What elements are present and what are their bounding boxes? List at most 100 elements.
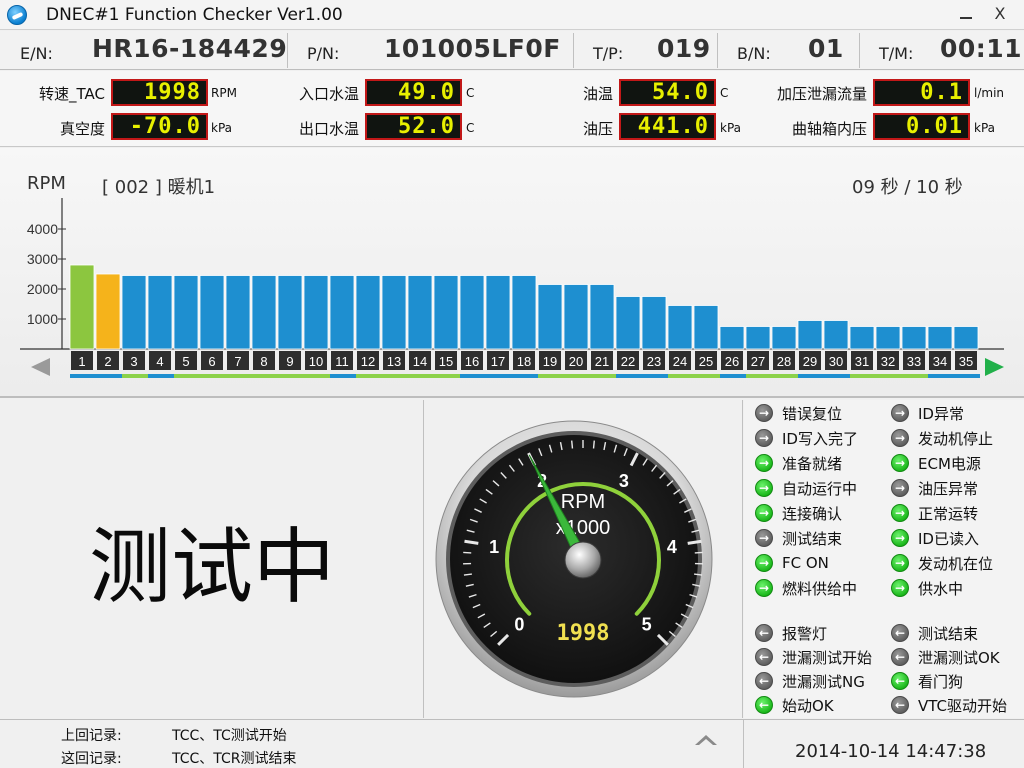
- chart-x-tick-label: 6: [208, 354, 215, 369]
- reading-label-vacuum: 真空度: [59, 120, 105, 138]
- input-arrow-icon: →: [891, 429, 909, 447]
- indicator-input: → 发动机在位: [891, 552, 993, 574]
- chart-x-tick-label: 20: [569, 354, 583, 369]
- chart-phase-strip: [70, 374, 96, 378]
- function-checker-window: DNEC#1 Function Checker Ver1.00 X E/N: H…: [0, 0, 1024, 768]
- indicator-label: 错误复位: [782, 404, 843, 423]
- chart-bar: [901, 326, 927, 350]
- gauge-readout: 1998: [557, 621, 610, 646]
- chart-bar: [459, 275, 485, 350]
- input-arrow-icon: →: [891, 454, 909, 472]
- input-arrow-icon: →: [755, 504, 773, 522]
- gauge-tick-label: 1: [489, 537, 499, 557]
- chart-x-tick-label: 4: [156, 354, 163, 369]
- rpm-gauge: 012345 RPM x1000 1998: [435, 420, 713, 698]
- chart-phase-strip: [460, 374, 486, 378]
- input-arrow-icon: →: [755, 529, 773, 547]
- bn-label: B/N:: [737, 44, 771, 63]
- chart-x-tick-label: 8: [260, 354, 267, 369]
- chart-phase-strip: [850, 374, 876, 378]
- indicator-label: 泄漏测试NG: [782, 672, 865, 691]
- reading-label-rpm: 转速_TAC: [39, 85, 105, 103]
- chart-bar: [797, 320, 823, 350]
- output-arrow-icon: ←: [891, 624, 909, 642]
- indicator-label: 发动机在位: [918, 554, 994, 573]
- input-arrow-icon: →: [891, 504, 909, 522]
- minimize-button[interactable]: [954, 3, 978, 27]
- chart-phase-strip: [538, 374, 564, 378]
- chart-x-tick-label: 19: [543, 354, 557, 369]
- bn-value: 01: [808, 34, 844, 63]
- input-arrow-icon: →: [755, 429, 773, 447]
- chart-bar: [381, 275, 407, 350]
- expand-up-icon[interactable]: [694, 733, 718, 747]
- reading-value-leak-flow: 0.1: [873, 79, 970, 106]
- output-arrow-icon: ←: [755, 696, 773, 714]
- title-bar: DNEC#1 Function Checker Ver1.00 X: [0, 0, 1024, 30]
- chart-x-tick-label: 34: [933, 354, 947, 369]
- chart-bar: [719, 326, 745, 350]
- indicator-output: ← 报警灯: [755, 622, 827, 644]
- this-record-label: 这回记录:: [61, 751, 122, 767]
- reading-value-outlet-temp: 52.0: [365, 113, 462, 140]
- chart-bar: [277, 275, 303, 350]
- input-arrow-icon: →: [891, 479, 909, 497]
- reading-label-inlet-temp: 入口水温: [298, 85, 359, 103]
- datetime: 2014-10-14 14:47:38: [795, 741, 987, 762]
- reading-unit-crankcase-pressure: kPa: [974, 121, 995, 135]
- chart-canvas: 10002000300040001 2 3 4 5 6 7 8 9 10 11 12 13 14 15 16 1…: [20, 198, 1004, 378]
- indicator-label: 连接确认: [782, 504, 843, 523]
- gauge-tick: [571, 440, 574, 449]
- chart-x-tick-label: 24: [673, 354, 687, 369]
- chart-bar: [407, 275, 433, 350]
- indicator-label: FC ON: [782, 554, 829, 572]
- chart-phase-strip: [330, 374, 356, 378]
- chart-x-tick-label: 35: [959, 354, 973, 369]
- indicator-output: ← 看门狗: [891, 670, 963, 692]
- chart-x-tick-label: 10: [309, 354, 323, 369]
- gauge-tick: [463, 573, 472, 576]
- indicator-panel: → 错误复位 → ID写入完了 → 准备就绪 → 自动运行中 → 连接确认 → 测试结束 → FC ON →…: [744, 400, 1024, 718]
- chart-phase-strip: [668, 374, 694, 378]
- indicator-output: ← 始动OK: [755, 694, 834, 716]
- chart-prev-icon[interactable]: [31, 358, 50, 376]
- output-arrow-icon: ←: [755, 672, 773, 690]
- chart-y-tick-label: 1000: [27, 311, 58, 327]
- reading-unit-leak-flow: l/min: [974, 86, 1005, 100]
- close-button[interactable]: X: [988, 3, 1012, 27]
- input-arrow-icon: →: [755, 479, 773, 497]
- chart-phase-strip: [486, 374, 512, 378]
- reading-unit-vacuum: kPa: [211, 121, 232, 135]
- chart-bar: [927, 326, 953, 350]
- status-main-text: 测试中: [88, 520, 335, 615]
- chart-x-tick-label: 23: [647, 354, 661, 369]
- reading-label-oil-pressure: 油压: [582, 120, 613, 138]
- reading-value-crankcase-pressure: 0.01: [873, 113, 970, 140]
- gauge-tick-label: 4: [667, 537, 677, 557]
- indicator-input: → 发动机停止: [891, 427, 993, 449]
- chart-bar: [251, 275, 277, 350]
- indicator-input: → 连接确认: [755, 502, 842, 524]
- indicator-label: 油压异常: [918, 479, 979, 498]
- output-arrow-icon: ←: [891, 696, 909, 714]
- chart-phase-strip: [122, 374, 148, 378]
- indicator-input: → 自动运行中: [755, 477, 857, 499]
- chart-x-tick-label: 32: [881, 354, 895, 369]
- chart-x-tick-label: 31: [855, 354, 869, 369]
- indicator-label: 正常运转: [918, 504, 979, 523]
- chart-next-icon[interactable]: [985, 358, 1004, 376]
- indicator-label: ID已读入: [918, 529, 979, 548]
- gauge-tick: [694, 573, 703, 576]
- reading-unit-oil-temp: C: [720, 86, 729, 100]
- indicator-input: → 油压异常: [891, 477, 978, 499]
- chart-x-tick-label: 15: [439, 354, 453, 369]
- indicator-input: → ID异常: [891, 402, 964, 424]
- chart-x-tick-label: 9: [286, 354, 293, 369]
- chart-bar: [537, 284, 563, 350]
- chart-y-tick-label: 3000: [27, 251, 58, 267]
- indicator-output: ← 泄漏测试NG: [755, 670, 865, 692]
- minimize-icon: [960, 17, 972, 19]
- indicator-label: ID写入完了: [782, 429, 858, 448]
- reading-label-leak-flow: 加压泄漏流量: [776, 85, 867, 103]
- indicator-input: → FC ON: [755, 552, 829, 574]
